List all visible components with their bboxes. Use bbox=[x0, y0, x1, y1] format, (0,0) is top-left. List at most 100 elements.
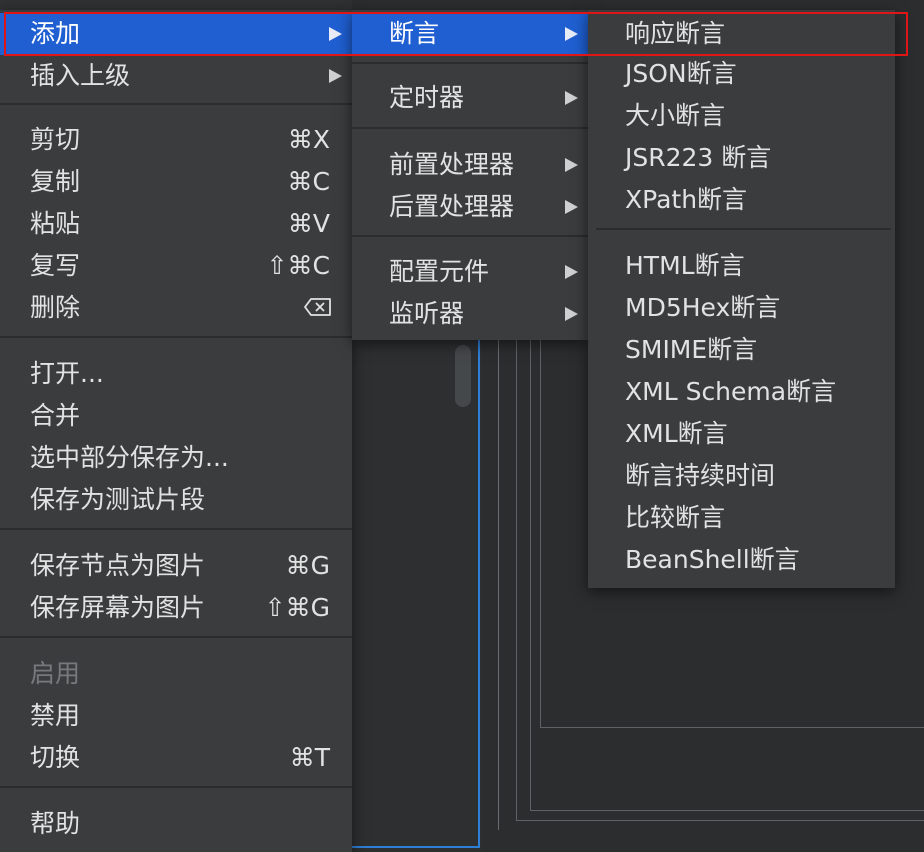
menu-separator bbox=[0, 636, 352, 638]
menu-item-save-as-test-fragment[interactable]: 保存为测试片段 bbox=[0, 479, 352, 521]
menu-item-save-screen-image[interactable]: 保存屏幕为图片 ⇧⌘G bbox=[0, 587, 352, 629]
menu-item-label: 后置处理器 bbox=[389, 192, 515, 221]
selection-border-bottom bbox=[352, 846, 480, 848]
menu-item-save-node-image[interactable]: 保存节点为图片 ⌘G bbox=[0, 545, 352, 587]
delete-key-icon bbox=[304, 298, 331, 316]
menu-item-delete[interactable]: 删除 bbox=[0, 287, 352, 329]
menu-item-xml-assertion[interactable]: XML断言 bbox=[588, 413, 895, 455]
menu-item-pre-processor[interactable]: 前置处理器 bbox=[352, 144, 588, 186]
submenu-arrow-icon bbox=[565, 158, 578, 172]
menu-item-xml-schema-assertion[interactable]: XML Schema断言 bbox=[588, 371, 895, 413]
menu-item-label: XML断言 bbox=[625, 419, 728, 448]
menu-item-label: 禁用 bbox=[30, 701, 81, 730]
menu-separator bbox=[0, 786, 352, 788]
menu-item-open[interactable]: 打开... bbox=[0, 353, 352, 395]
menu-item-toggle[interactable]: 切换 ⌘T bbox=[0, 737, 352, 779]
menu-item-shortcut: ⌘G bbox=[285, 551, 330, 580]
menu-item-json-assertion[interactable]: JSON断言 bbox=[588, 53, 895, 95]
menu-item-beanshell-assertion[interactable]: BeanShell断言 bbox=[588, 539, 895, 581]
menu-separator bbox=[352, 127, 588, 129]
menu-item-timer[interactable]: 定时器 bbox=[352, 77, 588, 119]
menu-item-label: 选中部分保存为... bbox=[30, 443, 229, 472]
menu-item-listener[interactable]: 监听器 bbox=[352, 293, 588, 335]
menu-item-duplicate[interactable]: 复写 ⇧⌘C bbox=[0, 245, 352, 287]
menu-item-label: XPath断言 bbox=[625, 185, 748, 214]
menu-item-response-assertion[interactable]: 响应断言 bbox=[588, 13, 895, 55]
submenu-arrow-icon bbox=[329, 69, 342, 83]
menu-separator bbox=[352, 235, 588, 237]
menu-separator bbox=[0, 528, 352, 530]
menu-item-post-processor[interactable]: 后置处理器 bbox=[352, 186, 588, 228]
menu-item-label: 比较断言 bbox=[625, 503, 726, 532]
panel-divider bbox=[540, 727, 924, 728]
menu-item-label: 剪切 bbox=[30, 125, 81, 154]
menu-item-duration-assertion[interactable]: 断言持续时间 bbox=[588, 455, 895, 497]
menu-item-label: 保存为测试片段 bbox=[30, 485, 206, 514]
menu-item-config-element[interactable]: 配置元件 bbox=[352, 251, 588, 293]
menu-item-label: 打开... bbox=[30, 359, 104, 388]
menu-item-label: 添加 bbox=[30, 19, 81, 48]
menu-item-label: 响应断言 bbox=[625, 19, 726, 48]
menu-item-add[interactable]: 添加 bbox=[0, 13, 352, 55]
menu-item-smime-assertion[interactable]: SMIME断言 bbox=[588, 329, 895, 371]
menu-item-label: JSR223 断言 bbox=[625, 143, 772, 172]
menu-separator bbox=[352, 62, 588, 64]
panel-divider bbox=[540, 340, 541, 728]
menu-item-label: 复写 bbox=[30, 251, 81, 280]
menu-item-label: 断言 bbox=[389, 19, 440, 48]
menu-item-help[interactable]: 帮助 bbox=[0, 803, 352, 845]
menu-item-label: JSON断言 bbox=[625, 59, 737, 88]
menu-item-label: BeanShell断言 bbox=[625, 545, 800, 574]
menu-item-label: 前置处理器 bbox=[389, 150, 515, 179]
menu-item-md5hex-assertion[interactable]: MD5Hex断言 bbox=[588, 287, 895, 329]
menu-item-disable[interactable]: 禁用 bbox=[0, 695, 352, 737]
submenu-arrow-icon bbox=[565, 27, 578, 41]
menu-item-insert-parent[interactable]: 插入上级 bbox=[0, 55, 352, 97]
background-tree-area bbox=[352, 340, 482, 852]
menu-separator bbox=[0, 103, 352, 105]
menu-item-label: XML Schema断言 bbox=[625, 377, 837, 406]
menu-item-size-assertion[interactable]: 大小断言 bbox=[588, 95, 895, 137]
menu-item-label: 保存节点为图片 bbox=[30, 551, 206, 580]
context-menu: 添加 插入上级 剪切 ⌘X 复制 ⌘C 粘贴 ⌘V 复写 ⇧⌘C 删除 打开..… bbox=[0, 10, 352, 852]
menu-item-label: 粘贴 bbox=[30, 209, 81, 238]
menu-item-label: 大小断言 bbox=[625, 101, 726, 130]
menu-item-label: 删除 bbox=[30, 293, 81, 322]
menu-item-html-assertion[interactable]: HTML断言 bbox=[588, 245, 895, 287]
submenu-arrow-icon bbox=[329, 27, 342, 41]
menu-item-label: SMIME断言 bbox=[625, 335, 758, 364]
selection-border bbox=[478, 340, 480, 848]
menu-item-label: 配置元件 bbox=[389, 257, 490, 286]
background-scrollbar-thumb[interactable] bbox=[455, 345, 471, 407]
submenu-arrow-icon bbox=[565, 307, 578, 321]
menu-item-label: MD5Hex断言 bbox=[625, 293, 781, 322]
add-submenu: 断言 定时器 前置处理器 后置处理器 配置元件 监听器 bbox=[352, 10, 588, 340]
menu-separator bbox=[0, 336, 352, 338]
menu-item-label: 帮助 bbox=[30, 809, 81, 838]
menu-item-xpath-assertion[interactable]: XPath断言 bbox=[588, 179, 895, 221]
menu-item-copy[interactable]: 复制 ⌘C bbox=[0, 161, 352, 203]
menu-item-cut[interactable]: 剪切 ⌘X bbox=[0, 119, 352, 161]
menu-separator bbox=[596, 228, 891, 230]
menu-item-label: HTML断言 bbox=[625, 251, 745, 280]
menu-item-label: 启用 bbox=[30, 659, 81, 688]
menu-item-shortcut: ⌘X bbox=[287, 125, 330, 154]
menu-item-label: 保存屏幕为图片 bbox=[30, 593, 206, 622]
menu-item-label: 复制 bbox=[30, 167, 81, 196]
menu-item-label: 切换 bbox=[30, 743, 81, 772]
menu-item-jsr223-assertion[interactable]: JSR223 断言 bbox=[588, 137, 895, 179]
submenu-arrow-icon bbox=[565, 265, 578, 279]
menu-item-label: 定时器 bbox=[389, 83, 465, 112]
menu-item-compare-assertion[interactable]: 比较断言 bbox=[588, 497, 895, 539]
menu-item-merge[interactable]: 合并 bbox=[0, 395, 352, 437]
menu-item-label: 断言持续时间 bbox=[625, 461, 776, 490]
menu-item-shortcut: ⇧⌘G bbox=[264, 593, 330, 622]
menu-item-label: 合并 bbox=[30, 401, 81, 430]
menu-item-shortcut: ⌘V bbox=[287, 209, 330, 238]
menu-item-label: 插入上级 bbox=[30, 61, 131, 90]
menu-item-paste[interactable]: 粘贴 ⌘V bbox=[0, 203, 352, 245]
menu-item-save-selection-as[interactable]: 选中部分保存为... bbox=[0, 437, 352, 479]
menu-item-assertions[interactable]: 断言 bbox=[352, 13, 588, 55]
menu-item-shortcut: ⌘T bbox=[289, 743, 330, 772]
assertion-submenu: 响应断言 JSON断言 大小断言 JSR223 断言 XPath断言 HTML断… bbox=[588, 10, 895, 588]
